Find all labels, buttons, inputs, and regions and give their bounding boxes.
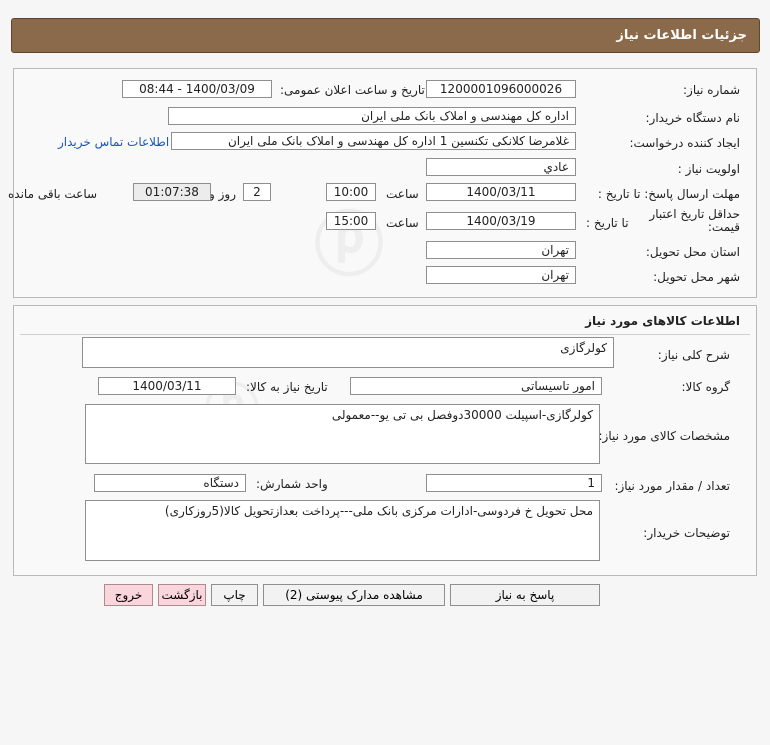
days-field: 2	[243, 183, 271, 201]
goods-section-title: اطلاعات کالاهای مورد نیاز	[585, 314, 740, 328]
page-title: جزئیات اطلاعات نیاز	[616, 28, 747, 43]
province-label: استان محل تحویل:	[645, 245, 740, 259]
notes-field: محل تحویل خ فردوسی-ادارات مرکزی بانک ملی…	[85, 500, 600, 561]
qty-field: 1	[426, 474, 602, 492]
announce-field: 1400/03/09 - 08:44	[122, 80, 272, 98]
need-date-label: تاریخ نیاز به کالا:	[246, 380, 328, 394]
deadline-label: مهلت ارسال پاسخ: تا تاریخ :	[597, 187, 740, 201]
watermark-logo: ⓟ	[314, 204, 384, 286]
summary-label: شرح کلی نیاز:	[657, 348, 730, 362]
reply-button[interactable]: پاسخ به نیاز	[450, 584, 600, 606]
unit-field: دستگاه	[94, 474, 246, 492]
validity-label: حداقل تاریخ اعتبار قیمت:	[649, 207, 740, 234]
need-details-panel: ⓟ شماره نیاز: 1200001096000026 تاریخ و س…	[8, 68, 757, 298]
announce-label: تاریخ و ساعت اعلان عمومی:	[280, 83, 425, 97]
section-divider	[20, 334, 750, 335]
qty-label: تعداد / مقدار مورد نیاز:	[614, 479, 730, 493]
city-label: شهر محل تحویل:	[653, 270, 740, 284]
validity-time-field: 15:00	[326, 212, 376, 230]
buyer-org-label: نام دستگاه خریدار:	[645, 111, 741, 125]
priority-label: اولویت نیاز :	[677, 162, 740, 176]
attachments-button[interactable]: مشاهده مدارک پیوستی (2)	[263, 584, 445, 606]
remaining-time-field: 01:07:38	[133, 183, 211, 201]
deadline-time-field: 10:00	[326, 183, 376, 201]
requester-label: ایجاد کننده درخواست:	[629, 136, 740, 150]
contact-buyer-link[interactable]: اطلاعات تماس خریدار	[58, 135, 169, 149]
priority-field: عادي	[426, 158, 576, 176]
group-field: امور تاسیساتی	[350, 377, 602, 395]
remaining-label: ساعت باقی مانده	[8, 187, 98, 201]
validity-date-field: 1400/03/19	[426, 212, 576, 230]
summary-field: کولرگازی	[82, 337, 614, 368]
specs-label: مشخصات کالای مورد نیاز:	[598, 429, 730, 443]
print-button[interactable]: چاپ	[211, 584, 258, 606]
requester-field: غلامرضا کلانکی تکنسین 1 اداره کل مهندسی …	[171, 132, 576, 150]
buyer-org-field: اداره کل مهندسی و املاک بانک ملی ایران	[168, 107, 576, 125]
specs-field: کولرگازی-اسپیلت 30000دوفصل بی تی یو--معم…	[85, 404, 600, 464]
deadline-time-label: ساعت	[386, 187, 419, 201]
need-number-label: شماره نیاز:	[683, 83, 740, 97]
validity-until-label: تا تاریخ :	[586, 216, 629, 230]
back-button[interactable]: بازگشت	[158, 584, 206, 606]
province-field: تهران	[426, 241, 576, 259]
group-label: گروه کالا:	[681, 380, 731, 394]
days-label: روز و	[209, 187, 236, 201]
exit-button[interactable]: خروج	[104, 584, 153, 606]
deadline-date-field: 1400/03/11	[426, 183, 576, 201]
need-date-field: 1400/03/11	[98, 377, 236, 395]
validity-time-label: ساعت	[386, 216, 419, 230]
city-field: تهران	[426, 266, 576, 284]
unit-label: واحد شمارش:	[256, 477, 328, 491]
need-number-field: 1200001096000026	[426, 80, 576, 98]
notes-label: توضیحات خریدار:	[643, 526, 730, 540]
page-title-bar: جزئیات اطلاعات نیاز	[11, 18, 760, 53]
goods-panel: ⓟ اطلاعات کالاهای مورد نیاز شرح کلی نیاز…	[13, 305, 757, 576]
